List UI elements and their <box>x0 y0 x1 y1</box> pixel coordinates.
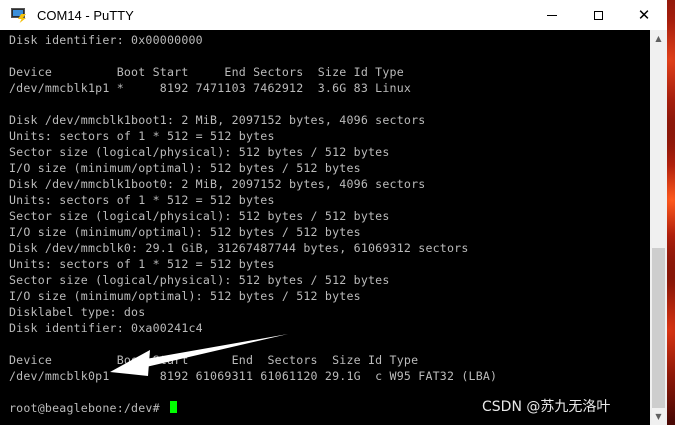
terminal-line: Disk identifier: 0xa00241c4 <box>9 321 203 335</box>
close-button[interactable]: ✕ <box>621 0 667 30</box>
terminal-line: Disk identifier: 0x00000000 <box>9 33 203 47</box>
terminal-line: Disklabel type: dos <box>9 305 146 319</box>
terminal-line: Units: sectors of 1 * 512 = 512 bytes <box>9 257 275 271</box>
chevron-up-icon: ▲ <box>655 34 662 43</box>
maximize-button[interactable] <box>575 0 621 30</box>
window-controls: ✕ <box>529 0 667 30</box>
minimize-icon <box>547 14 557 16</box>
scroll-down-button[interactable]: ▼ <box>650 408 667 425</box>
vertical-scrollbar[interactable]: ▲ ▼ <box>650 30 667 425</box>
csdn-watermark: CSDN @苏九无洛叶 <box>482 399 611 415</box>
terminal-line: Disk /dev/mmcblk1boot1: 2 MiB, 2097152 b… <box>9 113 426 127</box>
terminal-line: /dev/mmcblk0p1 8192 61069311 61061120 29… <box>9 369 498 383</box>
terminal-line: Disk /dev/mmcblk1boot0: 2 MiB, 2097152 b… <box>9 177 426 191</box>
terminal-line: Sector size (logical/physical): 512 byte… <box>9 145 390 159</box>
close-icon: ✕ <box>637 5 651 24</box>
scrollbar-thumb[interactable] <box>652 248 665 408</box>
terminal-line: Device Boot Start End Sectors Size Id Ty… <box>9 353 419 367</box>
terminal-line: I/O size (minimum/optimal): 512 bytes / … <box>9 289 361 303</box>
chevron-down-icon: ▼ <box>655 412 662 421</box>
window-title: COM14 - PuTTY <box>37 7 134 23</box>
terminal-line: Units: sectors of 1 * 512 = 512 bytes <box>9 129 275 143</box>
command-prompt[interactable]: root@beaglebone:/dev# <box>9 400 177 416</box>
terminal-line: I/O size (minimum/optimal): 512 bytes / … <box>9 161 361 175</box>
scroll-up-button[interactable]: ▲ <box>650 30 667 47</box>
putty-window: COM14 - PuTTY ✕ Disk identifier: 0x00000… <box>0 0 667 425</box>
terminal-line: I/O size (minimum/optimal): 512 bytes / … <box>9 225 361 239</box>
terminal-line: Disk /dev/mmcblk0: 29.1 GiB, 31267487744… <box>9 241 469 255</box>
maximize-icon <box>593 10 603 20</box>
terminal-output[interactable]: Disk identifier: 0x00000000 Device Boot … <box>0 30 650 425</box>
terminal-cursor <box>169 401 177 413</box>
terminal-line: /dev/mmcblk1p1 * 8192 7471103 7462912 3.… <box>9 81 412 95</box>
putty-icon[interactable] <box>11 7 27 23</box>
prompt-text: root@beaglebone:/dev# <box>9 401 167 415</box>
terminal-line: Sector size (logical/physical): 512 byte… <box>9 273 390 287</box>
terminal-line: Units: sectors of 1 * 512 = 512 bytes <box>9 193 275 207</box>
title-bar[interactable]: COM14 - PuTTY ✕ <box>0 0 667 30</box>
terminal-line: Device Boot Start End Sectors Size Id Ty… <box>9 65 404 79</box>
minimize-button[interactable] <box>529 0 575 30</box>
terminal-line: Sector size (logical/physical): 512 byte… <box>9 209 390 223</box>
